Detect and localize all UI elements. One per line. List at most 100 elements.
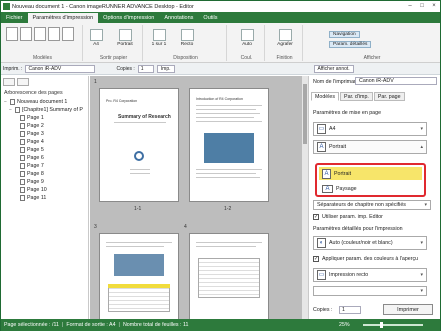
- printer-toolbar: Imprim. : Canon iR-ADV Copies : 1 Imp. A…: [1, 63, 440, 75]
- sides-button[interactable]: Recto: [175, 29, 199, 47]
- minimize-button[interactable]: –: [404, 2, 416, 11]
- copies-input[interactable]: 1: [339, 306, 361, 314]
- tree-node-page[interactable]: Page 2: [4, 122, 88, 130]
- print-button[interactable]: Imp.: [156, 64, 175, 73]
- tree-node-page[interactable]: Page 1: [4, 114, 88, 122]
- preview-page[interactable]: Introduction of R4 Corporation: [189, 88, 269, 202]
- orientation-icon: [118, 29, 132, 41]
- thumbnail-tab[interactable]: [17, 78, 29, 86]
- chevron-down-icon: ▾: [420, 288, 423, 294]
- use-editor-settings-checkbox[interactable]: ✓ Utiliser param. imp. Editor: [313, 214, 383, 220]
- tree-node-page[interactable]: Page 7: [4, 162, 88, 170]
- tree-node-chapter[interactable]: − [Chapitre1] Summary of P: [4, 106, 88, 114]
- zoom-slider-handle[interactable]: [380, 322, 383, 328]
- tab-print-params[interactable]: Par. d'imp.: [340, 92, 373, 101]
- display-group: Navigation Param. détaillés Afficher: [305, 25, 439, 61]
- staple-button[interactable]: Agrafer: [271, 29, 299, 47]
- orientation-label: Portrait: [117, 42, 133, 47]
- print-button[interactable]: Imprimer: [383, 304, 433, 315]
- tree-node-page[interactable]: Page 9: [4, 178, 88, 186]
- models-group: Modèles: [3, 25, 83, 61]
- option-landscape[interactable]: A Paysage: [319, 182, 422, 195]
- option-portrait[interactable]: A Portrait: [319, 167, 422, 180]
- tree-node-page[interactable]: Page 11: [4, 194, 88, 202]
- model-thumb[interactable]: [20, 27, 32, 41]
- model-thumb[interactable]: [34, 27, 46, 41]
- duplex-dropdown[interactable]: ▭ Impression recto ▾: [313, 268, 427, 282]
- nup-label: 1 sur 1: [151, 42, 167, 47]
- copies-label: Copies :: [313, 307, 333, 313]
- close-button[interactable]: ×: [428, 2, 440, 11]
- navigation-button[interactable]: Navigation: [329, 31, 360, 38]
- color-mode-icon: ◐: [317, 238, 326, 248]
- model-thumb[interactable]: [6, 27, 18, 41]
- chevron-down-icon: ▾: [420, 126, 423, 132]
- printer-select[interactable]: Canon iR-ADV: [25, 64, 96, 73]
- tree-label: Page 7: [27, 163, 44, 169]
- sheet-number: 3: [94, 224, 97, 230]
- paper-size-dropdown[interactable]: ▭ A4 ▾: [313, 122, 427, 136]
- page-tree: − Nouveau document 1 − [Chapitre1] Summa…: [1, 98, 88, 202]
- tab-models[interactable]: Modèles: [311, 92, 340, 101]
- panel-tabs: [1, 76, 88, 88]
- orientation-dropdown[interactable]: A Portrait ▴: [313, 140, 427, 154]
- extra-option-dropdown[interactable]: ▾: [313, 286, 427, 296]
- tree-node-page[interactable]: Page 3: [4, 130, 88, 138]
- tree-node-page[interactable]: Page 4: [4, 138, 88, 146]
- chapter-icon: [15, 107, 20, 113]
- preview-page[interactable]: Pro. R4 Corporation Summary of Research: [99, 88, 179, 202]
- tree-node-page[interactable]: Page 5: [4, 146, 88, 154]
- preview-page[interactable]: [99, 233, 179, 319]
- checkbox-label: Appliquer param. des couleurs à l'aperçu: [322, 256, 419, 262]
- page-icon: [20, 187, 25, 193]
- tab-annotations[interactable]: Annotations: [159, 13, 198, 23]
- tree-node-page[interactable]: Page 6: [4, 154, 88, 162]
- checkbox-icon: ✓: [313, 256, 319, 262]
- page-icon: [20, 179, 25, 185]
- page-tree-tab[interactable]: [3, 78, 15, 86]
- text-line: [106, 246, 164, 247]
- color-mode-value: Auto (couleur/noir et blanc): [329, 240, 393, 246]
- apply-color-preview-checkbox[interactable]: ✓ Appliquer param. des couleurs à l'aper…: [313, 256, 418, 262]
- text-line: [196, 117, 254, 118]
- show-annotations-button[interactable]: Afficher annot.: [313, 64, 354, 73]
- status-bar: Page sélectionnée : /11 | Format de sort…: [1, 319, 440, 331]
- color-icon: [240, 29, 254, 41]
- tree-node-document[interactable]: − Nouveau document 1: [4, 98, 88, 106]
- detail-settings-button[interactable]: Param. détaillés: [329, 41, 372, 48]
- tree-node-page[interactable]: Page 10: [4, 186, 88, 194]
- tree-node-page[interactable]: Page 8: [4, 170, 88, 178]
- tab-fichier[interactable]: Fichier: [1, 13, 28, 23]
- tab-print-settings[interactable]: Paramètres d'impression: [27, 13, 99, 23]
- preview-area[interactable]: 1 Pro. R4 Corporation Summary of Researc…: [90, 76, 307, 319]
- preview-page[interactable]: [189, 233, 269, 319]
- option-label: Portrait: [334, 170, 352, 177]
- maximize-button[interactable]: □: [416, 2, 428, 11]
- checkbox-label: Utiliser param. imp. Editor: [322, 214, 383, 220]
- tree-label: Page 10: [27, 187, 47, 193]
- orientation-button[interactable]: Portrait: [109, 29, 141, 47]
- landscape-icon: A: [322, 184, 333, 193]
- text-line: [196, 105, 262, 106]
- portrait-icon: A: [317, 142, 326, 152]
- color-button[interactable]: Auto: [233, 29, 261, 47]
- app-window: Nouveau document 1 - Canon imageRUNNER A…: [0, 0, 441, 331]
- tab-tools[interactable]: Outils: [198, 13, 222, 23]
- color-mode-dropdown[interactable]: ◐ Auto (couleur/noir et blanc) ▾: [313, 236, 427, 250]
- option-label: Paysage: [336, 185, 357, 192]
- model-thumb[interactable]: [48, 27, 60, 41]
- title-bar: Nouveau document 1 - Canon imageRUNNER A…: [1, 1, 440, 12]
- copies-input[interactable]: 1: [137, 64, 154, 73]
- model-thumb[interactable]: [62, 27, 74, 41]
- tab-page-params[interactable]: Par. page: [373, 92, 405, 101]
- scroll-thumb[interactable]: [303, 84, 307, 144]
- printer-name-select[interactable]: Canon iR-ADV: [355, 77, 437, 85]
- zoom-slider[interactable]: [363, 324, 423, 326]
- tab-print-options[interactable]: Options d'impression: [98, 13, 159, 23]
- chapter-separator-dropdown[interactable]: Séparateurs de chapitre non spécifiés ▾: [313, 200, 431, 210]
- paper-size-button[interactable]: A4: [85, 29, 107, 47]
- orientation-value: Portrait: [329, 144, 347, 150]
- page-icon: [20, 123, 25, 129]
- pages-per-sheet-button[interactable]: 1 sur 1: [147, 29, 171, 47]
- sides-label: Recto: [180, 42, 194, 47]
